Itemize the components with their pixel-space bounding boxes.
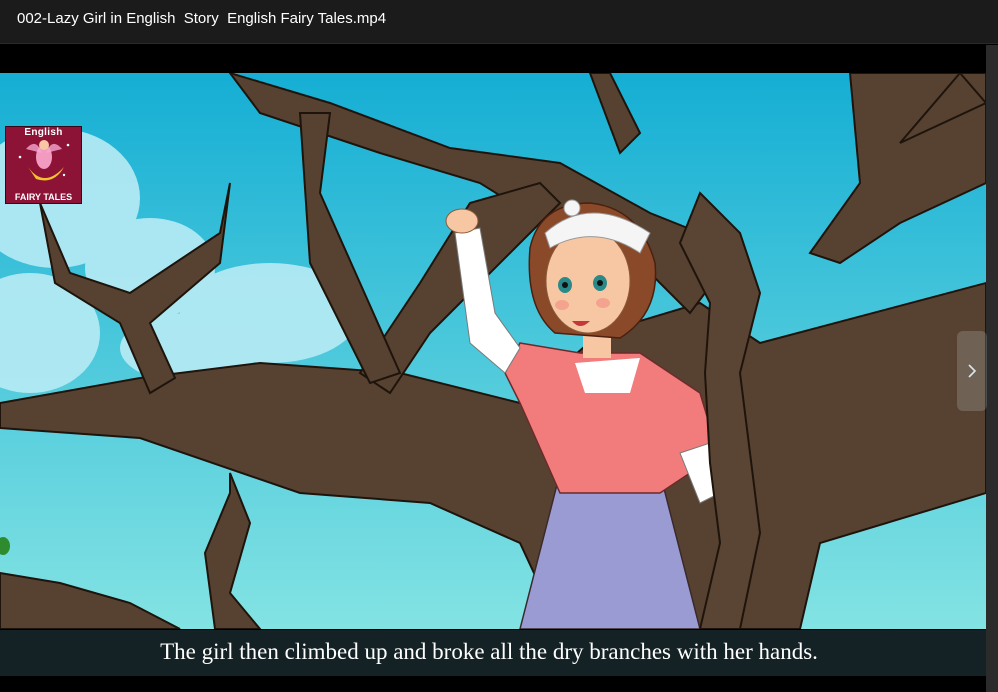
- window-title: 002-Lazy Girl in English Story English F…: [17, 10, 387, 27]
- subtitle-bar: The girl then climbed up and broke all t…: [0, 630, 986, 676]
- next-button[interactable]: [957, 331, 987, 411]
- scrollbar[interactable]: [986, 45, 998, 692]
- subtitle-text: The girl then climbed up and broke all t…: [160, 639, 818, 664]
- title-bar: 002-Lazy Girl in English Story English F…: [0, 0, 998, 44]
- logo-top-text: English: [24, 127, 63, 138]
- chevron-right-icon: [968, 364, 977, 378]
- video-frame[interactable]: [0, 73, 986, 629]
- channel-logo: English FAIRY TALES: [5, 126, 82, 204]
- video-frame-illustration: [0, 73, 986, 629]
- media-player-window: 002-Lazy Girl in English Story English F…: [0, 0, 998, 692]
- logo-bottom-text: FAIRY TALES: [14, 192, 73, 202]
